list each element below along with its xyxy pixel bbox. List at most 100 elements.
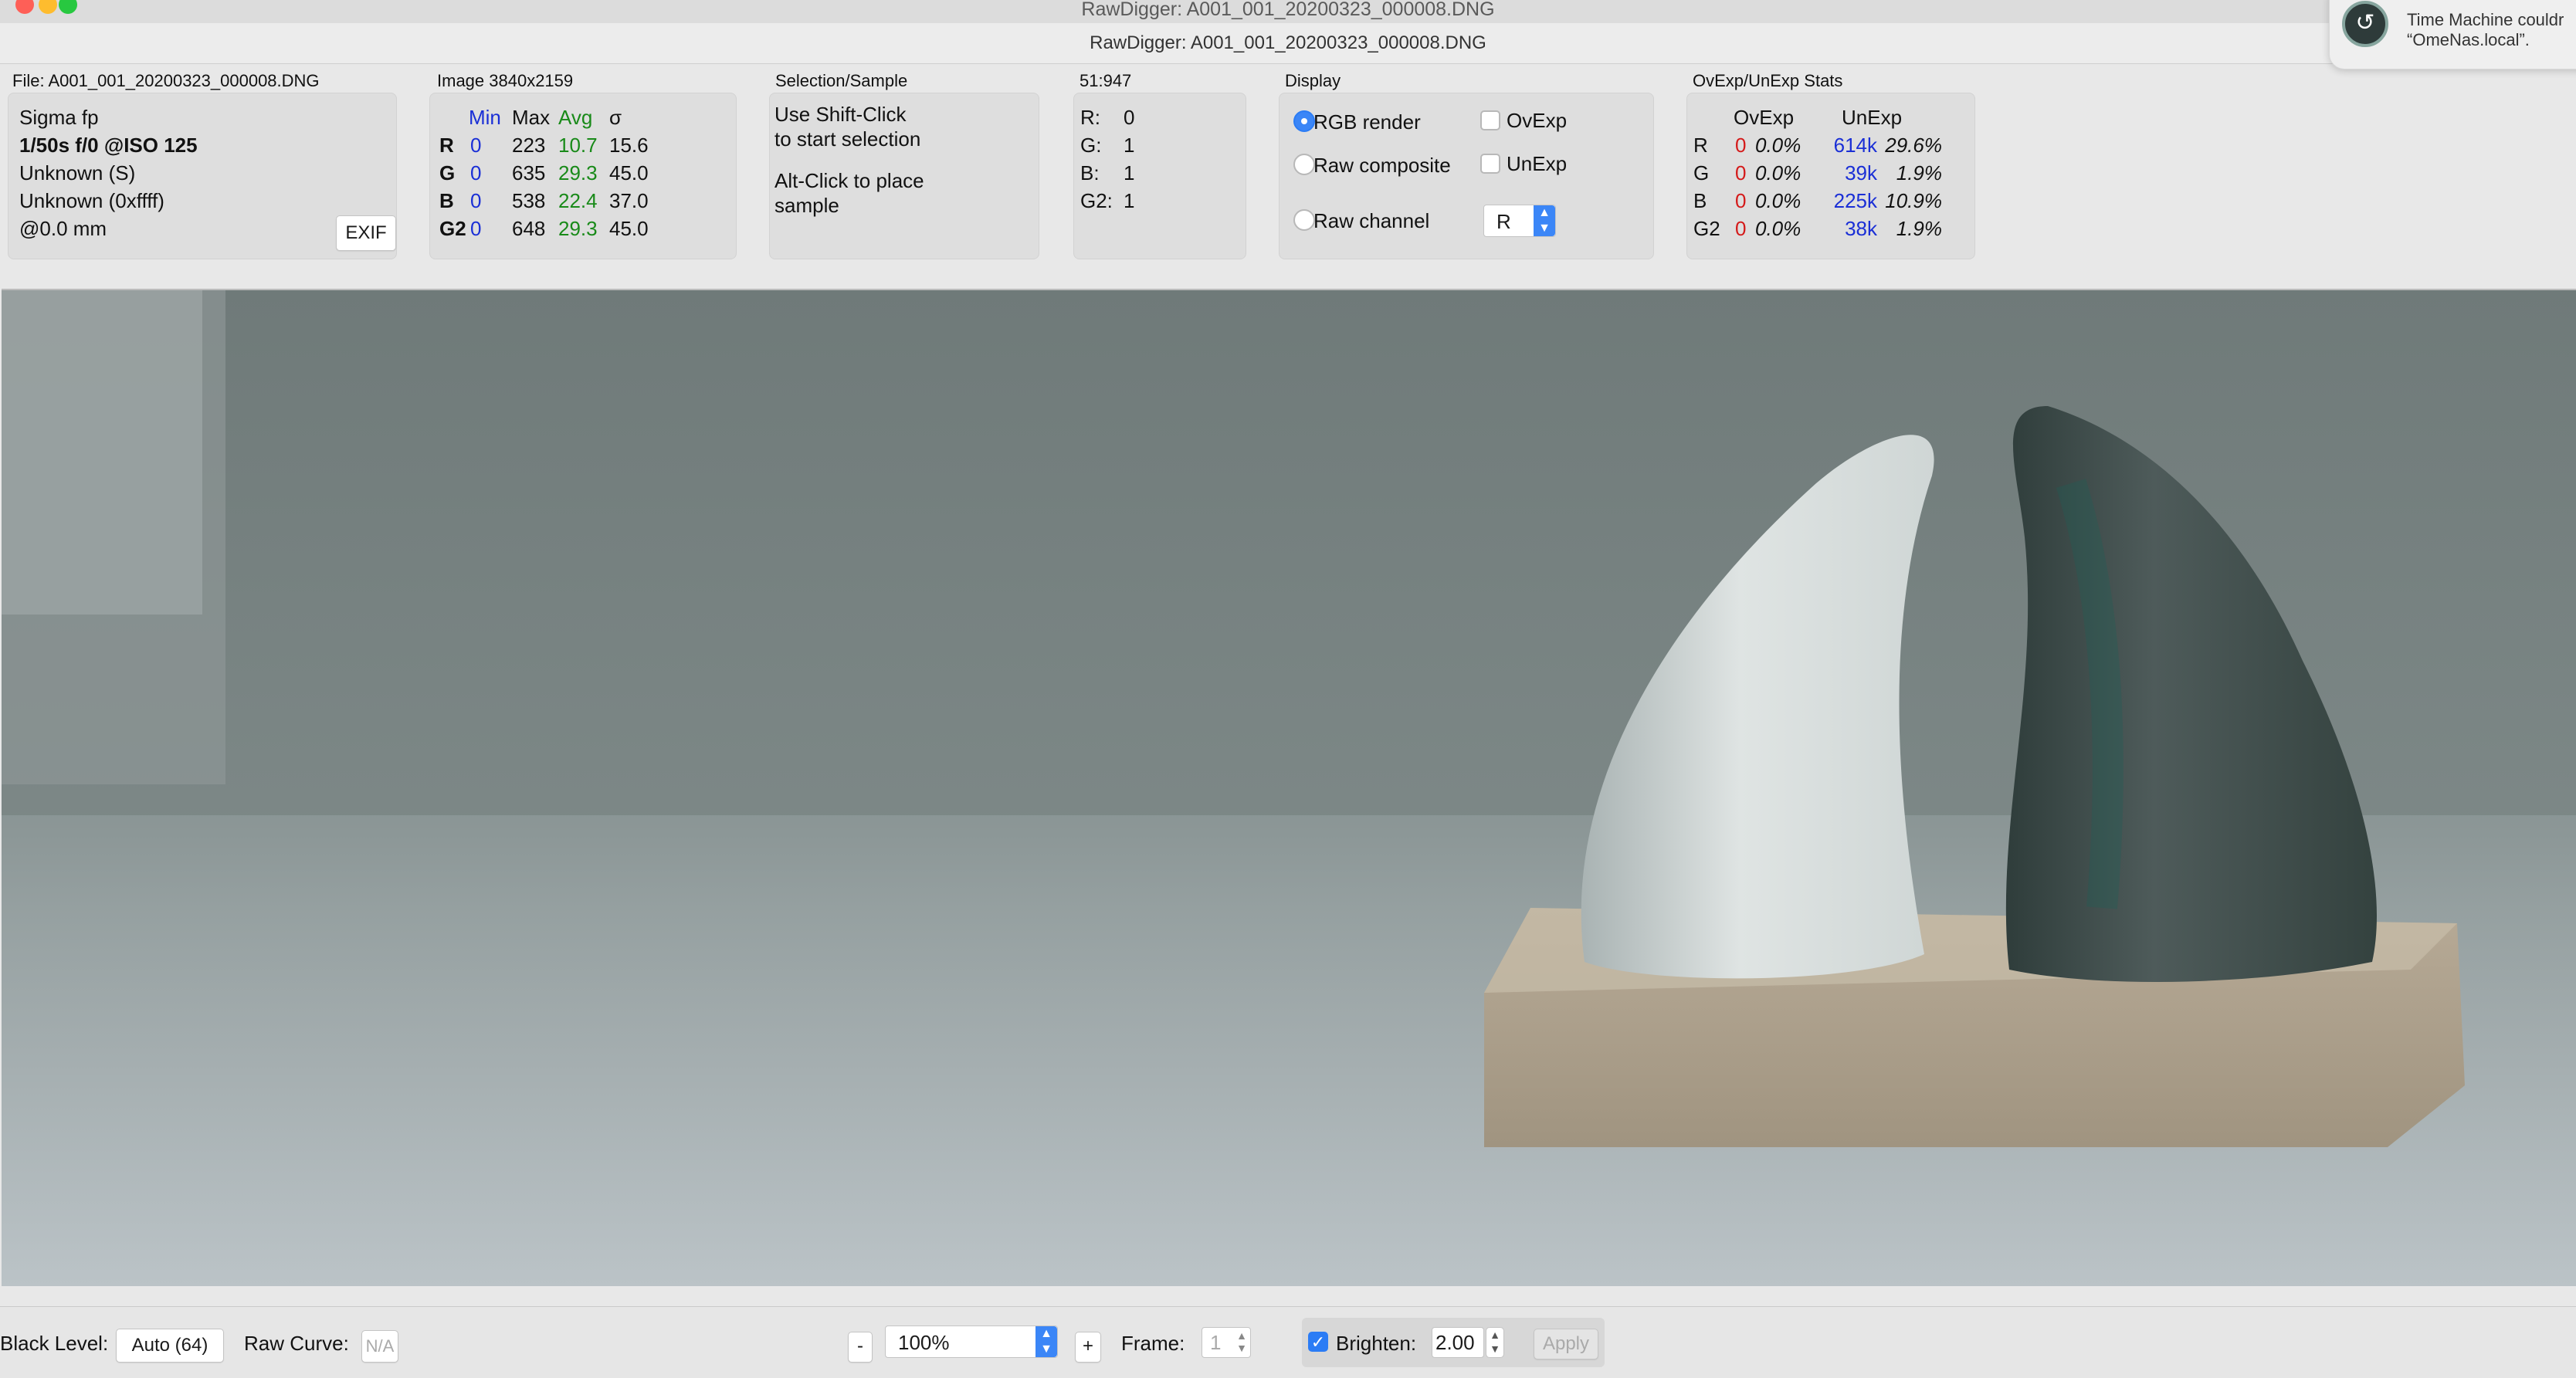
photo-render — [2, 290, 2576, 1286]
row-avg: 29.3 — [558, 161, 598, 185]
sample-hint-2: sample — [774, 194, 839, 217]
row-max: 223 — [512, 134, 546, 157]
frame-field[interactable]: 1 ▲ ▼ — [1202, 1327, 1251, 1358]
bottom-toolbar: Black Level: Auto (64) Raw Curve: N/A - … — [0, 1306, 2576, 1378]
frame-value: 1 — [1210, 1331, 1222, 1354]
brighten-value-field[interactable]: 2.00 — [1432, 1327, 1484, 1358]
min-header: Min — [469, 106, 501, 129]
menubar: RawDigger: A001_001_20200323_000008.DNG — [0, 0, 2576, 24]
raw-channel-value: R — [1496, 210, 1511, 233]
lens-info: Unknown (S) — [19, 161, 136, 185]
stats-panel-label: OvExp/UnExp Stats — [1693, 71, 1843, 90]
selection-panel-label: Selection/Sample — [775, 71, 908, 90]
ov-pct: 0.0% — [1755, 134, 1802, 157]
row-min: 0 — [470, 161, 482, 185]
brighten-label[interactable]: Brighten: — [1336, 1332, 1416, 1356]
selection-hint-1: Use Shift-Click — [774, 103, 907, 126]
row-avg: 29.3 — [558, 217, 598, 240]
stats-channel: G2 — [1693, 217, 1720, 240]
rgb-render-radio[interactable] — [1293, 110, 1315, 132]
ov-count: 0 — [1735, 189, 1747, 212]
image-preview[interactable] — [2, 289, 2576, 1286]
raw-channel-radio[interactable] — [1293, 209, 1315, 231]
pixel-value: 0 — [1124, 106, 1135, 129]
black-level-select[interactable]: Auto (64) — [116, 1329, 224, 1363]
sample-hint-1: Alt-Click to place — [774, 169, 924, 192]
exif-button[interactable]: EXIF — [336, 215, 396, 251]
ovexp-label[interactable]: OvExp — [1507, 109, 1567, 133]
row-min: 0 — [470, 189, 482, 212]
zoom-select[interactable]: 100% ▲ ▼ — [885, 1326, 1058, 1358]
row-max: 538 — [512, 189, 546, 212]
stats-channel: R — [1693, 134, 1708, 157]
un-pct: 29.6% — [1885, 134, 1942, 157]
image-stats-panel: Min Max Avg σ R 0 223 10.7 15.6 G 0 635 … — [429, 93, 737, 259]
ovexp-checkbox[interactable] — [1480, 110, 1500, 130]
row-min: 0 — [470, 217, 482, 240]
row-channel: G — [439, 161, 456, 185]
unexp-header: UnExp — [1842, 106, 1903, 129]
zoom-in-button[interactable]: + — [1075, 1332, 1101, 1363]
camera-name: Sigma fp — [19, 106, 99, 129]
chevron-updown-icon: ▲ ▼ — [1035, 1326, 1057, 1357]
apply-button[interactable]: Apply — [1534, 1329, 1598, 1359]
raw-channel-select[interactable]: R ▲ ▼ — [1483, 205, 1556, 237]
row-channel: G2 — [439, 217, 466, 240]
lens-id: Unknown (0xffff) — [19, 189, 164, 212]
ov-count: 0 — [1735, 134, 1747, 157]
ovexp-header: OvExp — [1734, 106, 1795, 129]
un-count: 225k — [1833, 189, 1877, 212]
notification-line2: “OmeNas.local”. — [2407, 30, 2530, 49]
row-max: 648 — [512, 217, 546, 240]
display-panel: RGB render Raw composite Raw channel OvE… — [1279, 93, 1654, 259]
pixel-value: 1 — [1124, 134, 1135, 157]
exposure-stats-panel: OvExp UnExp R 0 0.0% 614k 29.6% G 0 0.0%… — [1686, 93, 1975, 259]
row-max: 635 — [512, 161, 546, 185]
row-avg: 22.4 — [558, 189, 598, 212]
chevron-updown-icon: ▲ ▼ — [1534, 205, 1555, 236]
time-machine-icon: ↺ — [2342, 1, 2388, 47]
un-count: 38k — [1845, 217, 1877, 240]
raw-channel-label[interactable]: Raw channel — [1313, 209, 1429, 233]
file-panel: Sigma fp 1/50s f/0 @ISO 125 Unknown (S) … — [8, 93, 397, 259]
unexp-label[interactable]: UnExp — [1507, 152, 1567, 176]
stepper-icon[interactable]: ▲ ▼ — [1236, 1329, 1247, 1354]
un-count: 614k — [1833, 134, 1877, 157]
raw-composite-radio[interactable] — [1293, 154, 1315, 175]
ov-pct: 0.0% — [1755, 217, 1802, 240]
display-panel-label: Display — [1285, 71, 1341, 90]
cursor-coordinates: 51:947 — [1080, 71, 1132, 90]
pixel-channel: G: — [1080, 134, 1102, 157]
brighten-value: 2.00 — [1435, 1331, 1475, 1354]
stats-channel: G — [1693, 161, 1710, 185]
row-min: 0 — [470, 134, 482, 157]
window-title: RawDigger: A001_001_20200323_000008.DNG — [1090, 32, 1486, 53]
pixel-channel: R: — [1080, 106, 1100, 129]
raw-curve-label: Raw Curve: — [244, 1332, 349, 1355]
avg-header: Avg — [558, 106, 593, 129]
frame-label: Frame: — [1121, 1332, 1185, 1355]
ov-count: 0 — [1735, 161, 1747, 185]
stats-channel: B — [1693, 189, 1707, 212]
zoom-out-button[interactable]: - — [848, 1332, 873, 1363]
black-level-label: Black Level: — [0, 1332, 109, 1355]
max-header: Max — [512, 106, 551, 129]
brighten-checkbox[interactable]: ✓ — [1308, 1332, 1328, 1352]
unexp-checkbox[interactable] — [1480, 154, 1500, 174]
selection-hint-2: to start selection — [774, 127, 921, 151]
row-sigma: 15.6 — [609, 134, 649, 157]
window-titlebar: RawDigger: A001_001_20200323_000008.DNG — [0, 23, 2576, 64]
un-pct: 10.9% — [1885, 189, 1942, 212]
notification-banner[interactable]: ↺ Time Machine couldr “OmeNas.local”. — [2329, 0, 2576, 69]
zoom-value: 100% — [898, 1331, 950, 1354]
un-pct: 1.9% — [1896, 161, 1942, 185]
rgb-render-label[interactable]: RGB render — [1313, 110, 1421, 134]
notification-line1: Time Machine couldr — [2407, 10, 2564, 29]
brighten-stepper[interactable]: ▲ ▼ — [1486, 1327, 1504, 1358]
row-sigma: 37.0 — [609, 189, 649, 212]
ov-count: 0 — [1735, 217, 1747, 240]
row-channel: B — [439, 189, 454, 212]
row-channel: R — [439, 134, 454, 157]
raw-composite-label[interactable]: Raw composite — [1313, 154, 1451, 178]
raw-curve-field[interactable]: N/A — [361, 1330, 398, 1363]
